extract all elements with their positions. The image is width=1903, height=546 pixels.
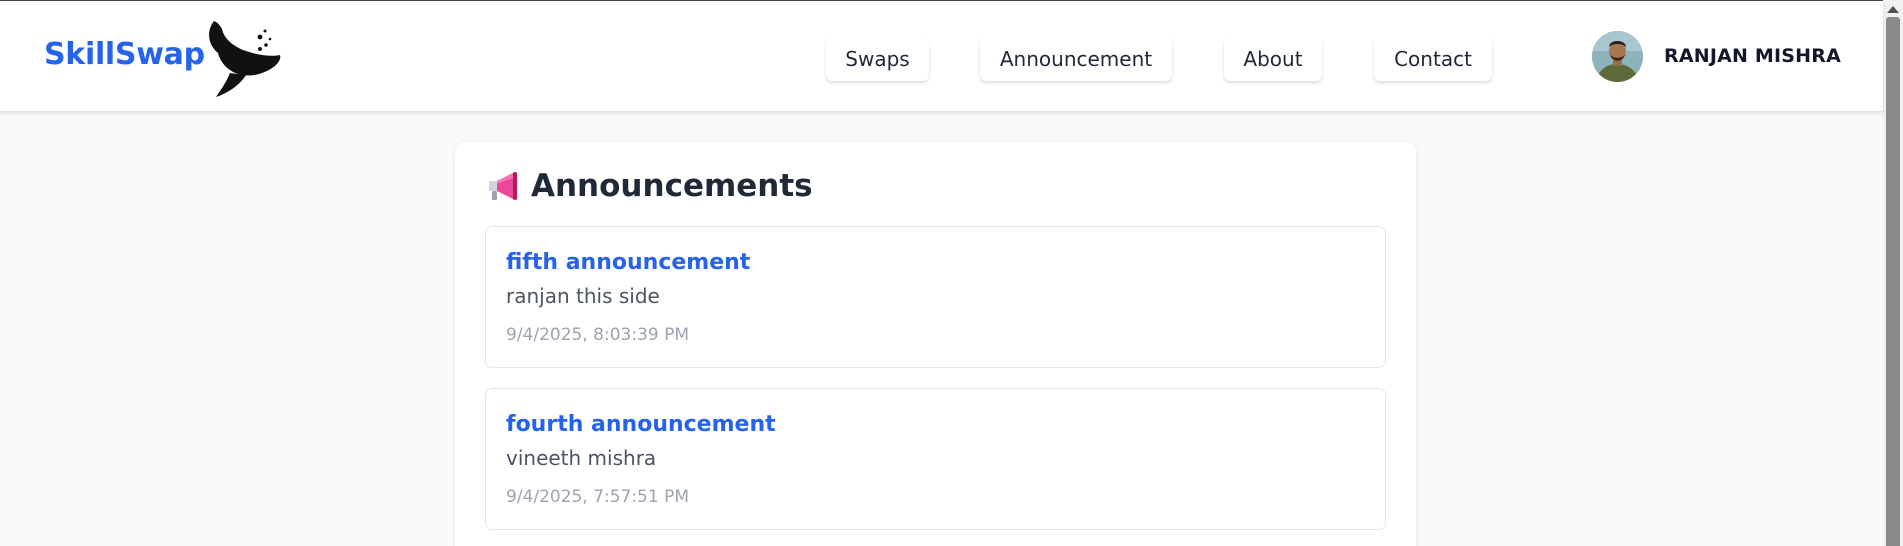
brand-name[interactable]: SkillSwap <box>44 37 205 72</box>
announcement-card[interactable]: fourth announcement vineeth mishra 9/4/2… <box>485 388 1386 530</box>
vertical-scrollbar[interactable] <box>1883 0 1903 546</box>
nav-announcement-button[interactable]: Announcement <box>980 37 1172 81</box>
announcement-body: ranjan this side <box>506 284 660 308</box>
panel-header: Announcements <box>487 168 813 204</box>
announcement-title[interactable]: fifth announcement <box>506 250 750 275</box>
user-avatar-image <box>1592 31 1643 82</box>
announcement-timestamp: 9/4/2025, 8:03:39 PM <box>506 325 690 345</box>
nav-about-button[interactable]: About <box>1224 37 1322 81</box>
megaphone-icon <box>489 172 517 200</box>
announcements-panel: Announcements fifth announcement ranjan … <box>455 142 1416 546</box>
nav-swaps-button[interactable]: Swaps <box>826 37 929 81</box>
scroll-up-icon[interactable] <box>1887 6 1899 13</box>
announcement-title[interactable]: fourth announcement <box>506 412 776 437</box>
announcement-timestamp: 9/4/2025, 7:57:51 PM <box>506 487 690 507</box>
announcement-body: vineeth mishra <box>506 446 657 470</box>
whale-logo-icon[interactable] <box>200 15 284 99</box>
user-avatar[interactable] <box>1592 31 1643 82</box>
nav-contact-button[interactable]: Contact <box>1374 37 1492 81</box>
scrollbar-thumb[interactable] <box>1886 17 1900 546</box>
navbar: SkillSwap Swaps Announcement About Conta… <box>0 1 1883 111</box>
page-title: Announcements <box>531 168 813 204</box>
username[interactable]: RANJAN MISHRA <box>1664 45 1841 67</box>
announcement-card[interactable]: fifth announcement ranjan this side 9/4/… <box>485 226 1386 368</box>
